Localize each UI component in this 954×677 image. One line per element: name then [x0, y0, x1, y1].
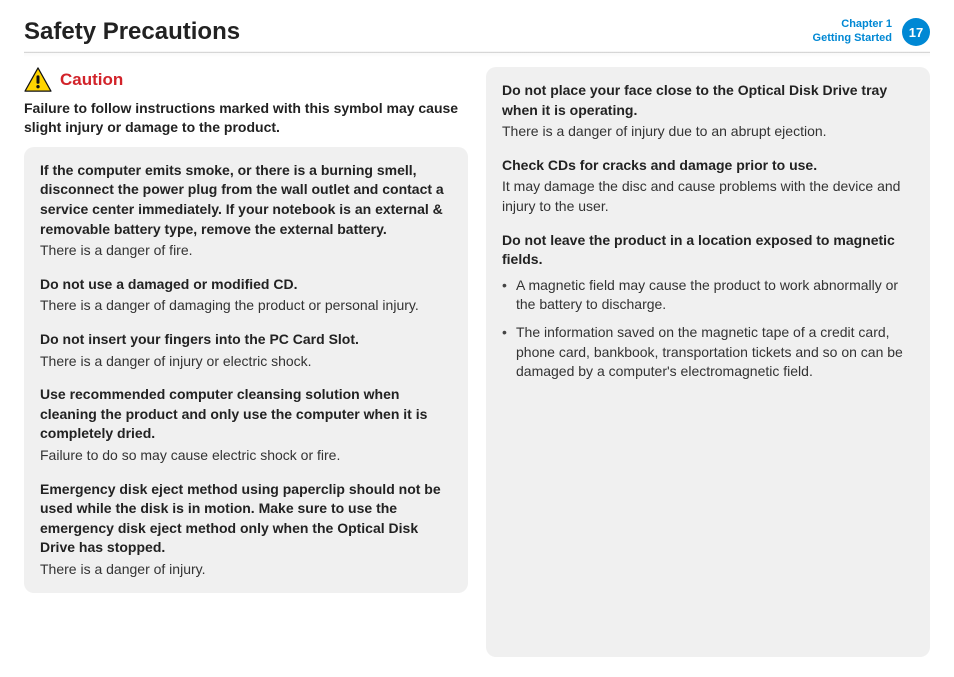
safety-desc: There is a danger of injury or electric … [40, 352, 452, 372]
page-meta: Chapter 1 Getting Started 17 [813, 18, 930, 46]
caution-intro: Failure to follow instructions marked wi… [24, 99, 468, 137]
safety-heading: Do not leave the product in a location e… [502, 231, 914, 270]
safety-desc: It may damage the disc and cause problem… [502, 177, 914, 216]
safety-item: Use recommended computer cleansing solut… [40, 385, 452, 465]
safety-heading: Do not use a damaged or modified CD. [40, 275, 452, 295]
safety-item: If the computer emits smoke, or there is… [40, 161, 452, 261]
safety-desc: Failure to do so may cause electric shoc… [40, 446, 452, 466]
caution-label: Caution [60, 70, 123, 90]
caution-icon [24, 67, 52, 93]
safety-desc: There is a danger of damaging the produc… [40, 296, 452, 316]
chapter-line-1: Chapter 1 [813, 18, 892, 32]
safety-heading: Use recommended computer cleansing solut… [40, 385, 452, 444]
chapter-line-2: Getting Started [813, 32, 892, 46]
safety-item: Do not use a damaged or modified CD. The… [40, 275, 452, 316]
chapter-label: Chapter 1 Getting Started [813, 18, 892, 46]
safety-desc: There is a danger of injury. [40, 560, 452, 580]
safety-item: Check CDs for cracks and damage prior to… [502, 156, 914, 217]
safety-item: Emergency disk eject method using paperc… [40, 480, 452, 580]
safety-desc: There is a danger of injury due to an ab… [502, 122, 914, 142]
safety-heading: Do not insert your fingers into the PC C… [40, 330, 452, 350]
list-item: A magnetic field may cause the product t… [502, 276, 914, 315]
safety-heading: If the computer emits smoke, or there is… [40, 161, 452, 239]
page-number-badge: 17 [902, 18, 930, 46]
column-right: Do not place your face close to the Opti… [486, 67, 930, 657]
safety-heading: Check CDs for cracks and damage prior to… [502, 156, 914, 176]
page-title: Safety Precautions [24, 18, 240, 46]
caution-heading: Caution [24, 67, 468, 93]
panel-left: If the computer emits smoke, or there is… [24, 147, 468, 594]
page-header: Safety Precautions Chapter 1 Getting Sta… [24, 18, 930, 53]
safety-heading: Do not place your face close to the Opti… [502, 81, 914, 120]
list-item: The information saved on the magnetic ta… [502, 323, 914, 382]
safety-heading: Emergency disk eject method using paperc… [40, 480, 452, 558]
safety-item: Do not leave the product in a location e… [502, 231, 914, 382]
safety-list: A magnetic field may cause the product t… [502, 276, 914, 382]
safety-item: Do not insert your fingers into the PC C… [40, 330, 452, 371]
safety-item: Do not place your face close to the Opti… [502, 81, 914, 142]
safety-desc: There is a danger of fire. [40, 241, 452, 261]
column-left: Caution Failure to follow instructions m… [24, 67, 468, 657]
panel-right: Do not place your face close to the Opti… [486, 67, 930, 657]
